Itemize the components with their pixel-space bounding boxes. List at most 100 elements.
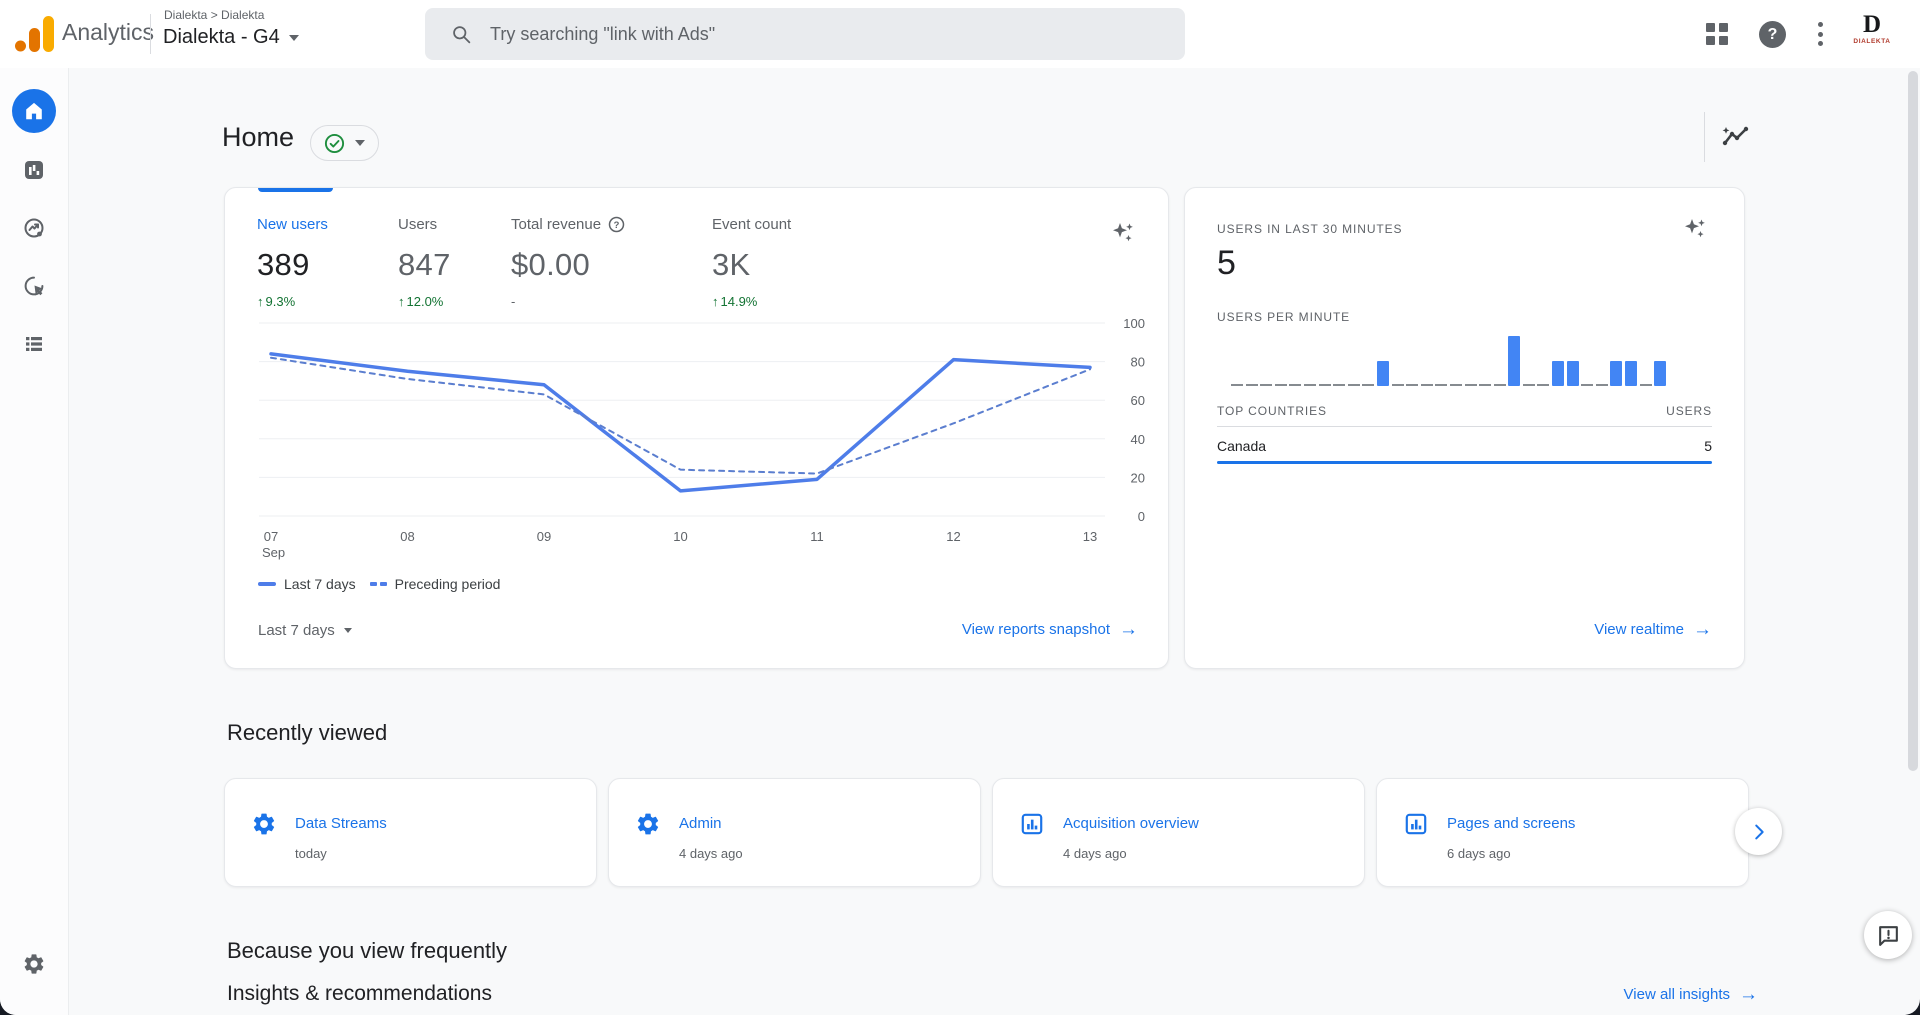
card-title: Acquisition overview [1063, 815, 1199, 832]
metric-value: 3K [712, 247, 791, 283]
metric-label: Users [398, 216, 451, 233]
bar-chart-icon [22, 158, 46, 182]
users-header: USERS [1666, 404, 1712, 418]
header-divider [1704, 112, 1705, 162]
legend-dashed-swatch [370, 582, 387, 586]
card-subtitle: 4 days ago [679, 846, 743, 861]
country-row: Canada 5 [1217, 438, 1712, 454]
sidebar-item-advertising[interactable] [12, 264, 56, 308]
metric-tab-event-count[interactable]: Event count 3K ↑14.9% [712, 216, 791, 309]
avatar-letter: D [1848, 12, 1896, 38]
card-subtitle: 4 days ago [1063, 846, 1127, 861]
minute-bar [1508, 336, 1520, 386]
sidebar-item-home[interactable] [12, 89, 56, 133]
insights-section-heading: Insights & recommendations [227, 982, 492, 1006]
minute-zero-dash [1319, 384, 1331, 386]
recently-viewed-card-pages-and-screens[interactable]: Pages and screens 6 days ago [1376, 778, 1749, 887]
card-title: Admin [679, 815, 722, 832]
left-nav [0, 68, 69, 1015]
country-users: 5 [1704, 438, 1712, 454]
card-title: Data Streams [295, 815, 387, 832]
svg-text:20: 20 [1131, 470, 1145, 485]
minute-zero-dash [1348, 384, 1360, 386]
avatar-label: DIALEKTA [1848, 38, 1896, 45]
report-status-pill[interactable] [310, 125, 379, 161]
svg-text:09: 09 [537, 529, 551, 544]
page-title: Home [222, 122, 294, 153]
minute-zero-dash [1581, 384, 1593, 386]
sparkle-insight-icon[interactable] [1110, 220, 1136, 246]
chevron-down-icon [289, 35, 299, 41]
info-icon[interactable]: ? [608, 216, 625, 233]
metric-tab-users[interactable]: Users 847 ↑12.0% [398, 216, 451, 309]
bar-chart-icon [1403, 811, 1429, 837]
analytics-logo-icon[interactable] [14, 15, 54, 53]
gear-icon [251, 811, 277, 837]
sidebar-item-reports[interactable] [12, 148, 56, 192]
view-realtime-link[interactable]: View realtime→ [1594, 620, 1712, 639]
sidebar-item-admin[interactable] [12, 942, 56, 986]
more-menu-icon[interactable] [1812, 20, 1828, 48]
search-icon [451, 24, 472, 45]
gear-icon [635, 811, 661, 837]
minute-zero-dash [1231, 384, 1243, 386]
view-reports-snapshot-link[interactable]: View reports snapshot→ [962, 620, 1138, 639]
svg-text:07: 07 [264, 529, 278, 544]
recently-viewed-card-data-streams[interactable]: Data Streams today [224, 778, 597, 887]
svg-text:12: 12 [946, 529, 960, 544]
home-icon [23, 100, 45, 122]
recently-viewed-card-acquisition-overview[interactable]: Acquisition overview 4 days ago [992, 778, 1365, 887]
minute-bar [1610, 361, 1622, 386]
svg-text:0: 0 [1138, 509, 1145, 524]
search-bar[interactable] [425, 8, 1185, 60]
minute-zero-dash [1260, 384, 1272, 386]
explore-icon [22, 216, 46, 240]
insights-sparkline-icon[interactable] [1720, 121, 1752, 153]
legend-label: Last 7 days [284, 576, 356, 592]
sidebar-item-library[interactable] [12, 322, 56, 366]
breadcrumb: Dialekta > Dialekta [164, 8, 264, 22]
property-selector[interactable]: Dialekta - G4 [163, 26, 299, 49]
trend-line-chart: 02040608010007080910111213Sep [239, 300, 1169, 564]
minute-zero-dash [1596, 384, 1608, 386]
sidebar-item-explore[interactable] [12, 206, 56, 250]
minute-zero-dash [1392, 384, 1404, 386]
settings-gear-icon [22, 952, 46, 976]
minute-zero-dash [1523, 384, 1535, 386]
divider [1217, 426, 1712, 427]
minute-zero-dash [1450, 384, 1462, 386]
arrow-right-icon: → [1739, 985, 1758, 1004]
overview-report-card: New users 389 ↑9.3% Users 847 ↑12.0% Tot… [224, 187, 1169, 669]
metric-label: New users [257, 216, 328, 233]
realtime-title: USERS IN LAST 30 MINUTES [1217, 222, 1402, 236]
minute-zero-dash [1289, 384, 1301, 386]
feedback-bubble-icon [1876, 923, 1901, 948]
scrollbar-thumb[interactable] [1908, 71, 1918, 771]
metric-tab-new-users[interactable]: New users 389 ↑9.3% [257, 216, 328, 309]
apps-grid-icon[interactable] [1706, 23, 1728, 45]
arrow-right-icon: → [1693, 620, 1712, 639]
legend-solid-swatch [258, 582, 276, 586]
recently-viewed-card-admin[interactable]: Admin 4 days ago [608, 778, 981, 887]
svg-text:?: ? [614, 220, 620, 231]
svg-text:08: 08 [400, 529, 414, 544]
search-input[interactable] [488, 23, 1132, 46]
minute-bar [1625, 361, 1637, 386]
help-icon[interactable]: ? [1759, 21, 1786, 48]
top-countries-header: TOP COUNTRIES [1217, 404, 1327, 418]
view-all-insights-link[interactable]: View all insights→ [1624, 985, 1758, 1004]
minute-zero-dash [1333, 384, 1345, 386]
date-range-selector[interactable]: Last 7 days [258, 622, 352, 639]
metric-label: Total revenue [511, 216, 601, 233]
arrow-right-icon: → [1119, 620, 1138, 639]
metric-tab-total-revenue[interactable]: Total revenue ? $0.00 ↑- [511, 216, 625, 309]
minute-zero-dash [1537, 384, 1549, 386]
legend-label: Preceding period [395, 576, 501, 592]
carousel-next-button[interactable] [1735, 808, 1782, 855]
feedback-button[interactable] [1864, 911, 1912, 959]
metric-value: 389 [257, 247, 328, 283]
card-title: Pages and screens [1447, 815, 1575, 832]
account-avatar[interactable]: D DIALEKTA [1848, 12, 1896, 56]
sparkle-insight-icon[interactable] [1682, 216, 1708, 242]
check-circle-icon [324, 133, 345, 154]
